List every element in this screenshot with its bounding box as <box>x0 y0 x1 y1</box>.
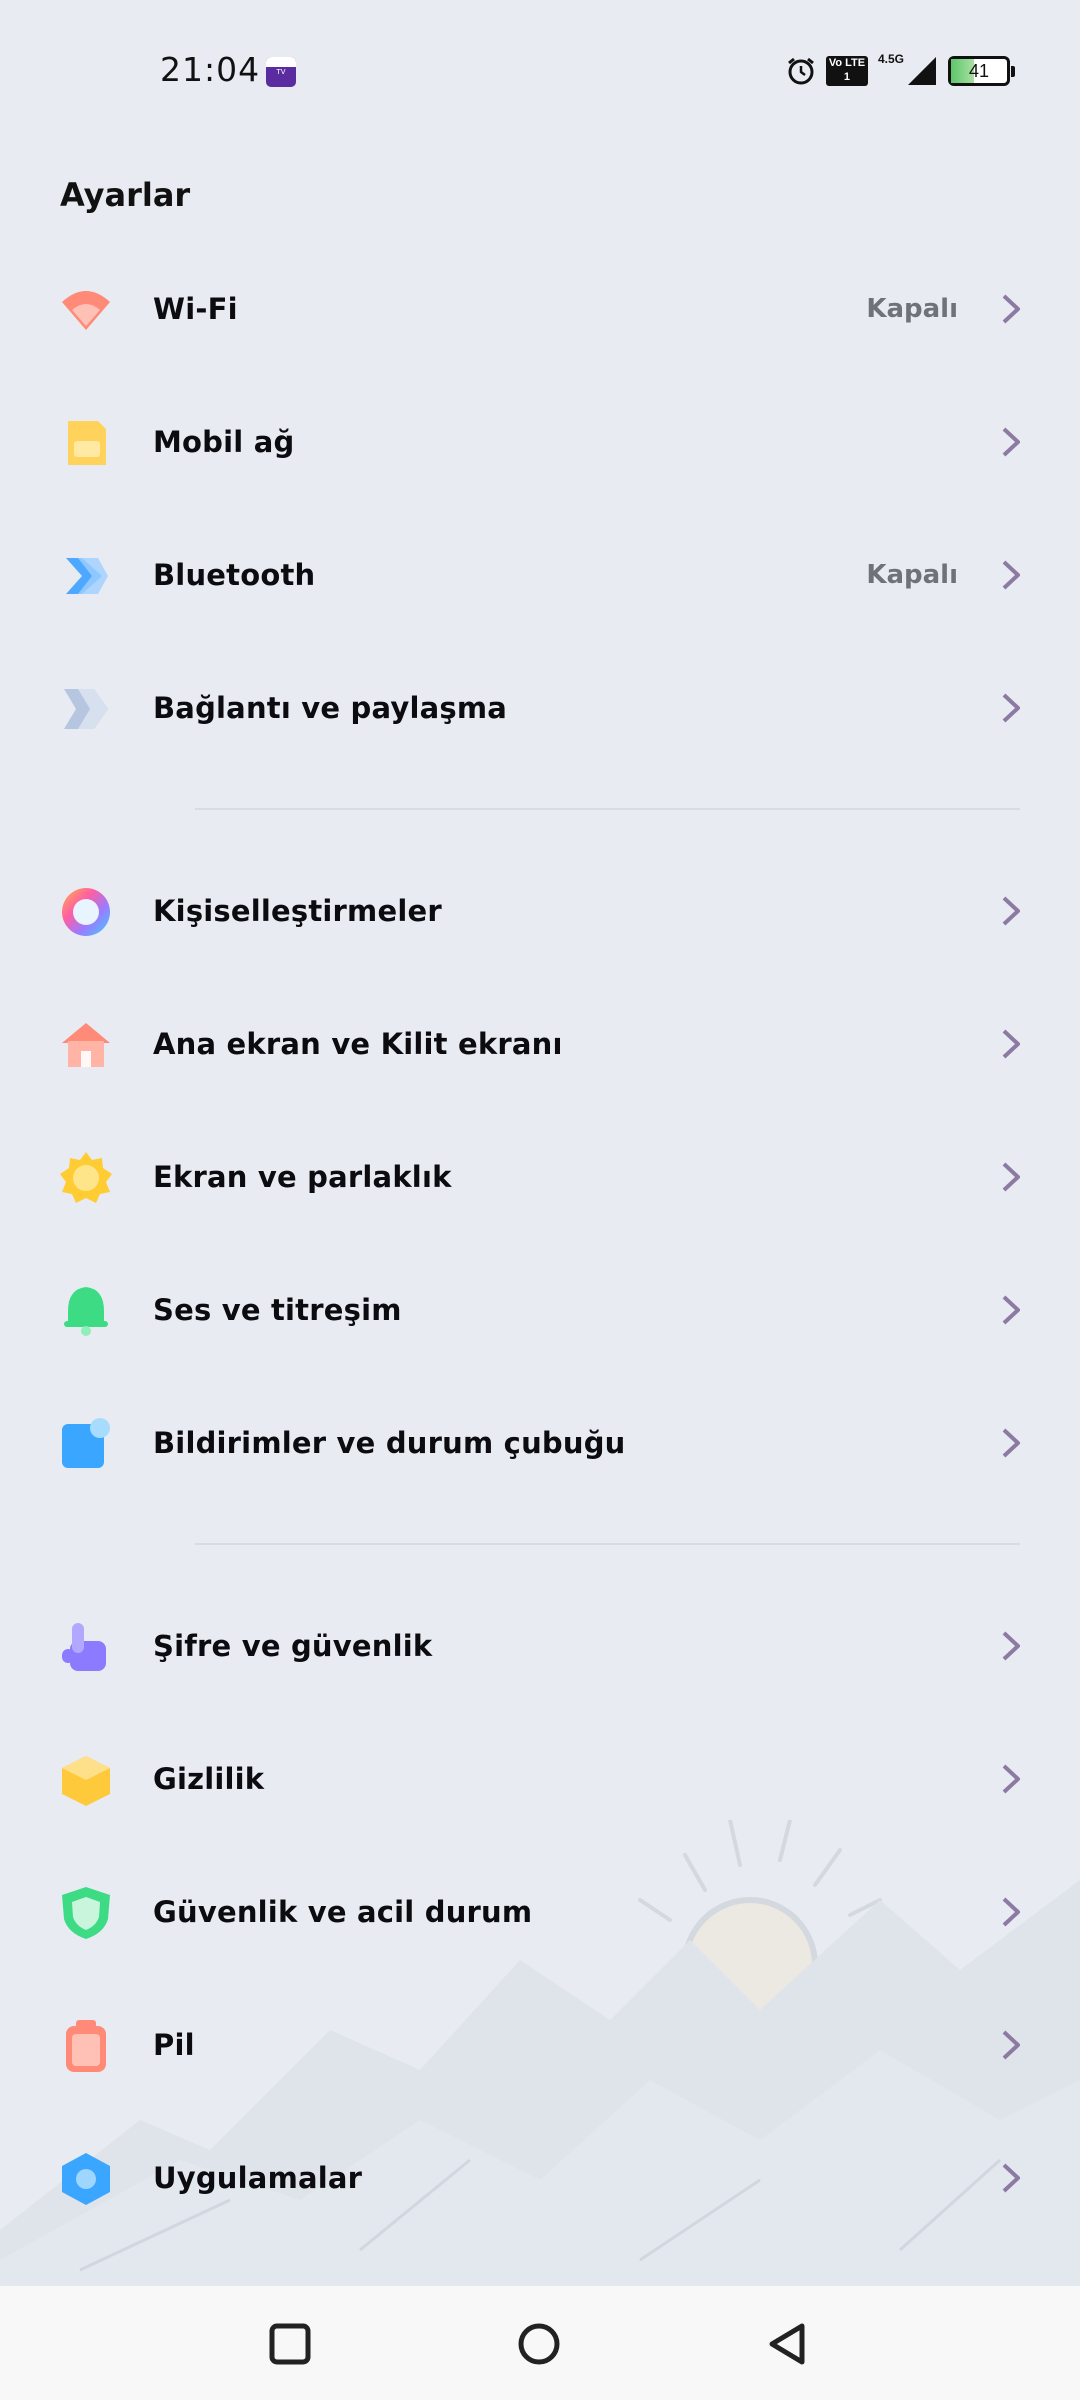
section-divider <box>0 1509 1080 1579</box>
chevron-right-icon <box>1002 1897 1020 1927</box>
chevron-right-icon <box>1002 427 1020 457</box>
chevron-right-icon <box>1002 1162 1020 1192</box>
status-icons: Vo LTE 1 4.5G 41 <box>786 52 1015 90</box>
settings-item-privacy[interactable]: Gizlilik <box>0 1712 1080 1845</box>
sim-card-icon <box>68 421 106 465</box>
status-bar: 21:04 TV Vo LTE 1 4.5G 41 <box>0 0 1080 140</box>
chevron-right-icon <box>1002 1428 1020 1458</box>
settings-item-label: Pil <box>153 2027 195 2062</box>
settings-item-display-brightness[interactable]: Ekran ve parlaklık <box>0 1110 1080 1243</box>
battery-status-icon: 41 <box>948 56 1015 86</box>
volte-icon: Vo LTE 1 <box>825 56 868 86</box>
shield-icon <box>62 1887 110 1939</box>
chevron-right-icon <box>1002 1295 1020 1325</box>
signal-icon <box>908 57 936 85</box>
settings-item-bluetooth[interactable]: Bluetooth Kapalı <box>0 508 1080 641</box>
settings-item-sound-vibration[interactable]: Ses ve titreşim <box>0 1243 1080 1376</box>
chevron-right-icon <box>1002 896 1020 926</box>
chevron-right-icon <box>1002 294 1020 324</box>
home-icon <box>62 1023 110 1067</box>
chevron-right-icon <box>1002 2030 1020 2060</box>
chevron-right-icon <box>1002 1764 1020 1794</box>
settings-item-label: Wi-Fi <box>153 291 238 326</box>
settings-item-value: Kapalı <box>866 293 958 324</box>
settings-item-home-lock-screen[interactable]: Ana ekran ve Kilit ekranı <box>0 977 1080 1110</box>
settings-item-apps[interactable]: Uygulamalar <box>0 2111 1080 2244</box>
settings-item-connection-sharing[interactable]: Bağlantı ve paylaşma <box>0 641 1080 774</box>
section-divider <box>0 774 1080 844</box>
settings-item-label: Kişiselleştirmeler <box>153 893 442 928</box>
settings-item-label: Güvenlik ve acil durum <box>153 1894 533 1929</box>
palette-icon <box>62 888 110 936</box>
settings-item-notifications-status-bar[interactable]: Bildirimler ve durum çubuğu <box>0 1376 1080 1509</box>
settings-item-label: Gizlilik <box>153 1761 265 1796</box>
page-title: Ayarlar <box>60 176 191 214</box>
settings-item-label: Bağlantı ve paylaşma <box>153 690 508 725</box>
wifi-icon <box>62 291 110 330</box>
recent-apps-button[interactable] <box>262 2316 318 2372</box>
settings-list: Wi-Fi Kapalı Mobil ağ Bluetooth Kapalı B… <box>0 242 1080 2244</box>
settings-item-label: Ekran ve parlaklık <box>153 1159 452 1194</box>
alarm-icon <box>788 57 814 85</box>
fingerprint-hand-icon <box>62 1623 106 1671</box>
chevron-right-icon <box>1002 560 1020 590</box>
settings-item-password-security[interactable]: Şifre ve güvenlik <box>0 1579 1080 1712</box>
chevron-right-icon <box>1002 2163 1020 2193</box>
privacy-cube-icon <box>62 1756 110 1806</box>
settings-item-value: Kapalı <box>866 559 958 590</box>
settings-item-label: Mobil ağ <box>153 424 295 459</box>
tv-app-notification-icon: TV <box>266 57 296 87</box>
home-button[interactable] <box>511 2316 567 2372</box>
settings-item-mobile-network[interactable]: Mobil ağ <box>0 375 1080 508</box>
navigation-bar <box>0 2286 1080 2400</box>
chevron-right-icon <box>1002 1029 1020 1059</box>
bell-icon <box>64 1287 108 1336</box>
settings-item-battery[interactable]: Pil <box>0 1978 1080 2111</box>
settings-item-label: Şifre ve güvenlik <box>153 1628 433 1663</box>
settings-item-personalization[interactable]: Kişiselleştirmeler <box>0 844 1080 977</box>
connection-share-icon <box>64 689 108 729</box>
chevron-right-icon <box>1002 693 1020 723</box>
status-time: 21:04 <box>160 50 261 89</box>
back-button[interactable] <box>760 2316 816 2372</box>
chevron-right-icon <box>1002 1631 1020 1661</box>
settings-item-label: Bluetooth <box>153 557 316 592</box>
brightness-icon <box>60 1152 112 1203</box>
settings-item-label: Ana ekran ve Kilit ekranı <box>153 1026 563 1061</box>
settings-item-safety-emergency[interactable]: Güvenlik ve acil durum <box>0 1845 1080 1978</box>
apps-hexagon-icon <box>62 2153 110 2205</box>
network-type-label: 4.5G <box>877 52 904 66</box>
battery-level: 41 <box>968 61 990 81</box>
bluetooth-icon <box>66 558 108 594</box>
notification-icon <box>62 1418 110 1468</box>
settings-item-label: Bildirimler ve durum çubuğu <box>153 1425 626 1460</box>
battery-icon <box>66 2020 106 2072</box>
settings-item-label: Uygulamalar <box>153 2160 363 2195</box>
settings-item-label: Ses ve titreşim <box>153 1292 402 1327</box>
settings-item-wifi[interactable]: Wi-Fi Kapalı <box>0 242 1080 375</box>
